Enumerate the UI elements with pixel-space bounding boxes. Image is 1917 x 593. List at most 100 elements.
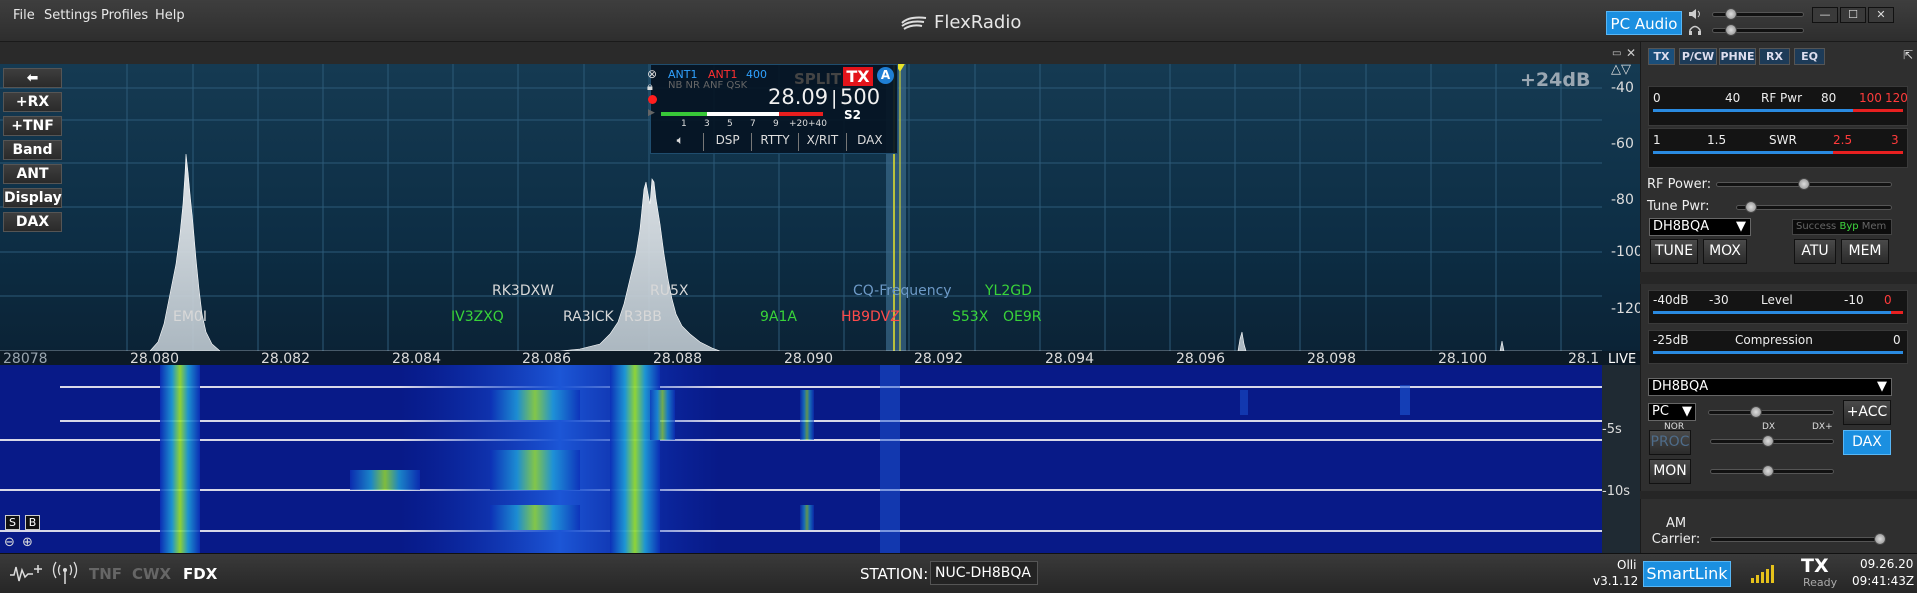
- spot-label[interactable]: 9A1A: [760, 309, 797, 325]
- menu-help[interactable]: Help: [155, 8, 185, 23]
- pan-close-icon[interactable]: ✕: [1626, 46, 1636, 60]
- signal-strength-icon: [1751, 565, 1774, 583]
- spot-label[interactable]: CQ-Frequency: [853, 283, 952, 299]
- spot-label[interactable]: OE9R: [1003, 309, 1042, 325]
- meter-title: SWR: [1769, 133, 1797, 147]
- maximize-button[interactable]: ☐: [1840, 7, 1866, 23]
- add-tnf-button[interactable]: +TNF: [3, 116, 62, 136]
- play-icon[interactable]: ▶: [648, 108, 655, 118]
- spot-label[interactable]: RU5X: [650, 283, 688, 299]
- mox-button[interactable]: MOX: [1703, 239, 1747, 264]
- antenna-icon[interactable]: [52, 561, 78, 585]
- tab-phne[interactable]: PHNE: [1719, 48, 1756, 65]
- meter-tick: 40: [1725, 91, 1741, 105]
- proc-level-thumb[interactable]: [1762, 435, 1774, 447]
- dax-panel-button[interactable]: DAX: [3, 212, 62, 232]
- menu-profiles[interactable]: Profiles: [101, 8, 148, 23]
- record-icon[interactable]: [648, 95, 657, 104]
- atu-button[interactable]: ATU: [1794, 239, 1836, 264]
- spot-label[interactable]: R3BB: [624, 309, 662, 325]
- mic-profile-select[interactable]: DH8BQA ▼: [1648, 378, 1892, 396]
- spot-label[interactable]: YL2GD: [985, 283, 1032, 299]
- mic-source-select[interactable]: PC ▼: [1648, 403, 1696, 421]
- cwx-toggle[interactable]: CWX: [132, 565, 171, 583]
- menu-settings[interactable]: Settings: [44, 8, 97, 23]
- tune-power-thumb[interactable]: [1744, 201, 1757, 213]
- spot-label[interactable]: RK3DXW: [492, 283, 554, 299]
- close-button[interactable]: ✕: [1868, 7, 1894, 23]
- waveform-icon[interactable]: [9, 563, 45, 583]
- tune-power-slider[interactable]: [1736, 205, 1892, 210]
- antenna-button[interactable]: ANT: [3, 164, 62, 184]
- db-scale-label: -60: [1611, 136, 1634, 152]
- close-slice-icon[interactable]: ⊗: [647, 67, 657, 81]
- speaker-volume-thumb[interactable]: [1725, 8, 1737, 20]
- monitor-level-thumb[interactable]: [1762, 465, 1774, 477]
- mic-gain-thumb[interactable]: [1750, 406, 1762, 418]
- tab-rx[interactable]: RX: [1759, 48, 1790, 65]
- add-rx-button[interactable]: +RX: [3, 92, 62, 112]
- waterfall-s-button[interactable]: S: [5, 515, 20, 530]
- meter-scale-red: [1853, 109, 1903, 112]
- display-button[interactable]: Display: [3, 188, 62, 208]
- minimize-button[interactable]: —: [1812, 7, 1838, 23]
- waterfall-b-button[interactable]: B: [25, 515, 40, 530]
- zoom-in-icon[interactable]: ⊕: [22, 535, 33, 550]
- headphone-volume-thumb[interactable]: [1725, 24, 1737, 36]
- spot-label[interactable]: IV3ZXQ: [451, 309, 504, 325]
- zoom-out-icon[interactable]: ⊖: [4, 535, 15, 550]
- vfo-frequency-sub[interactable]: 500: [840, 85, 880, 109]
- fdx-toggle[interactable]: FDX: [183, 565, 217, 583]
- xrit-button[interactable]: X/RIT: [798, 133, 845, 151]
- panel-divider: [1640, 272, 1917, 284]
- am-carrier-slider[interactable]: [1710, 537, 1882, 542]
- menu-file[interactable]: File: [13, 8, 35, 23]
- spot-label[interactable]: RA3ICK: [563, 309, 614, 325]
- band-button[interactable]: Band: [3, 140, 62, 160]
- am-carrier-thumb[interactable]: [1874, 533, 1886, 545]
- rf-power-thumb[interactable]: [1798, 178, 1810, 190]
- tune-button[interactable]: TUNE: [1650, 239, 1698, 264]
- utc-date: 09.26.20: [1860, 557, 1914, 571]
- tx-profile-select[interactable]: DH8BQA ▼: [1649, 218, 1751, 236]
- audio-speaker-icon[interactable]: 🔈︎: [657, 133, 703, 151]
- meter-tick: -40dB: [1653, 293, 1689, 307]
- smartlink-button[interactable]: SmartLink: [1643, 561, 1731, 587]
- vfo-dax-button[interactable]: DAX: [845, 133, 893, 151]
- tab-eq[interactable]: EQ: [1794, 48, 1825, 65]
- tnf-toggle[interactable]: TNF: [89, 565, 122, 583]
- add-acc-button[interactable]: +ACC: [1843, 400, 1891, 425]
- lock-icon[interactable]: 🔒︎: [647, 80, 653, 94]
- tx-status: TX: [1801, 555, 1829, 577]
- vfo-flag[interactable]: ⊗ 🔒︎ ▶ ANT1 ANT1 400 NB NR ANF QSK SPLIT…: [647, 64, 898, 154]
- tab-tx[interactable]: TX: [1648, 48, 1675, 65]
- dsp-button[interactable]: DSP: [703, 133, 750, 151]
- panel-arrow-icon[interactable]: ⇱: [1903, 48, 1913, 62]
- mode-button[interactable]: RTTY: [750, 133, 798, 151]
- mic-level-meter: -40dB -30 Level -10 0: [1648, 290, 1908, 324]
- monitor-button[interactable]: MON: [1649, 459, 1691, 484]
- tx-badge[interactable]: TX: [843, 67, 873, 86]
- panel-divider: [1640, 491, 1917, 499]
- meter-tick: 0: [1884, 293, 1892, 307]
- mem-button[interactable]: MEM: [1841, 239, 1889, 264]
- meter-tick: 80: [1821, 91, 1837, 105]
- waterfall[interactable]: S B ⊖ ⊕: [0, 365, 1602, 553]
- pan-maximize-icon[interactable]: ▭: [1612, 48, 1621, 59]
- filter-bandwidth[interactable]: 400: [746, 68, 767, 81]
- spot-label[interactable]: S53X: [952, 309, 988, 325]
- atu-bypass-label: Byp: [1839, 221, 1859, 232]
- mic-gain-slider[interactable]: [1708, 410, 1834, 415]
- spot-label[interactable]: HB9DVZ: [841, 309, 900, 325]
- pc-audio-button[interactable]: PC Audio: [1606, 11, 1682, 35]
- station-name-field[interactable]: NUC-DH8BQA: [930, 561, 1038, 585]
- meter-tick: -30: [1709, 293, 1729, 307]
- vfo-frequency-main[interactable]: 28.09: [768, 85, 828, 109]
- zoom-arrows-icon[interactable]: △▽: [1611, 64, 1631, 77]
- dax-tx-button[interactable]: DAX: [1843, 430, 1891, 455]
- tab-pcw[interactable]: P/CW: [1679, 48, 1717, 65]
- slice-letter-badge[interactable]: A: [877, 67, 894, 84]
- proc-button[interactable]: PROC: [1649, 430, 1691, 455]
- spot-label[interactable]: EM0I: [173, 309, 207, 325]
- collapse-arrow-button[interactable]: ⬅: [3, 68, 62, 88]
